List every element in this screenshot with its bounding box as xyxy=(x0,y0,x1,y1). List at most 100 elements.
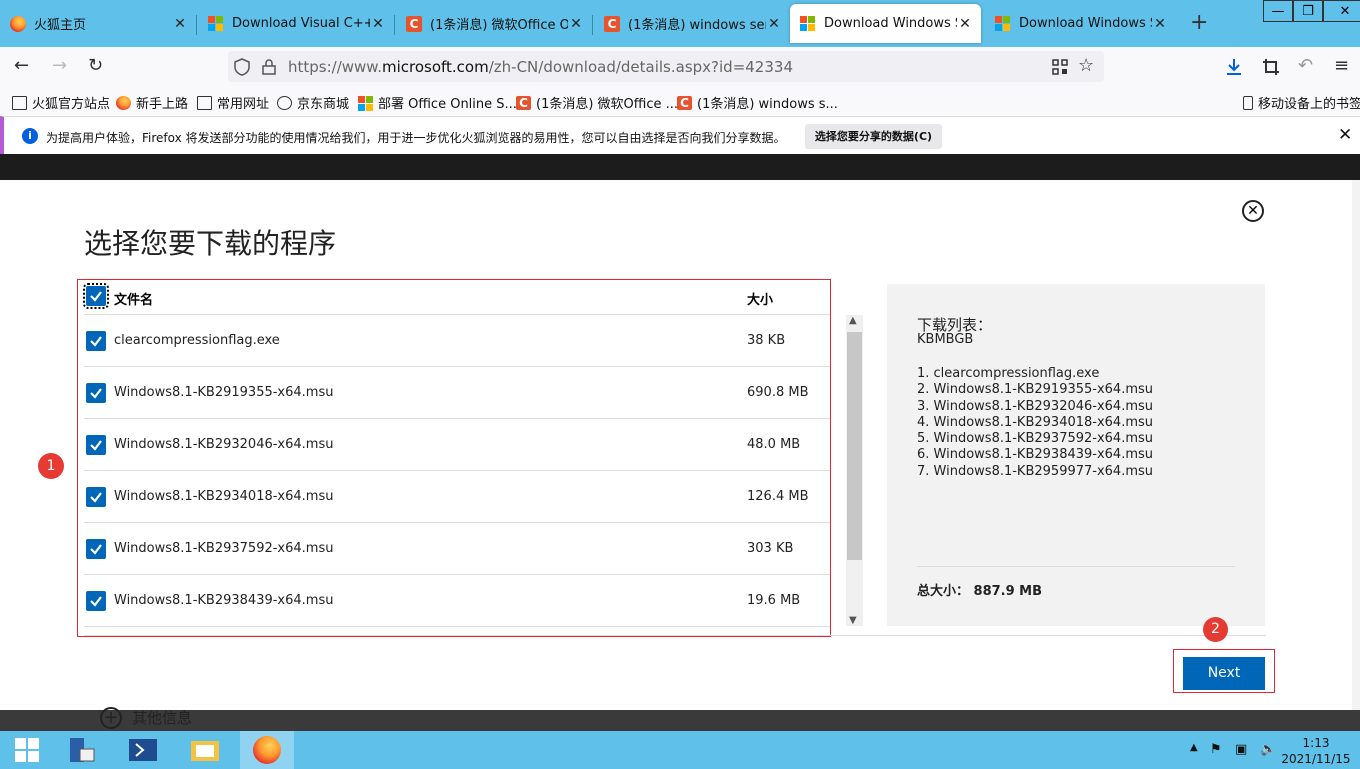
bookmark-star-icon[interactable]: ☆ xyxy=(1078,55,1094,76)
summary-list: 1. clearcompressionflag.exe 2. Windows8.… xyxy=(917,366,1153,480)
close-window-icon[interactable]: ✕ xyxy=(1323,0,1360,22)
qr-code-icon[interactable] xyxy=(1052,58,1068,75)
page-overlay xyxy=(0,154,1360,180)
microsoft-icon xyxy=(800,15,816,32)
download-icon[interactable] xyxy=(1225,58,1243,76)
tab-title: (1条消息) 微软Office Onli xyxy=(430,18,568,33)
lock-icon[interactable] xyxy=(262,58,276,75)
minimize-icon[interactable]: — xyxy=(1263,0,1293,22)
list-item: 4. Windows8.1-KB2934018-x64.msu xyxy=(917,414,1154,430)
list-item: 7. Windows8.1-KB2959977-x64.msu xyxy=(917,463,1154,479)
system-clock[interactable]: 1:13 2021/11/15 xyxy=(1280,735,1352,767)
volume-muted-icon[interactable]: 🔈 xyxy=(1260,742,1276,757)
bookmark-item[interactable]: 部署 Office Online S... xyxy=(358,93,517,112)
tab-csdn-windows[interactable]: C (1条消息) windows serve ✕ xyxy=(594,4,790,43)
back-icon[interactable]: ← xyxy=(14,55,29,76)
download-dialog: ✕ 选择您要下载的程序 文件名 大小 clearcompressionflag.… xyxy=(0,180,1352,710)
folder-icon xyxy=(12,95,27,110)
bookmark-item[interactable]: C (1条消息) windows s... xyxy=(677,93,838,112)
more-info-link[interactable]: + 其他信息 xyxy=(100,707,192,729)
restore-icon[interactable]: ❐ xyxy=(1293,0,1323,22)
total-size: 总大小： 887.9 MB xyxy=(917,584,1043,599)
menu-icon[interactable]: ≡ xyxy=(1334,55,1349,76)
close-tab-icon[interactable]: ✕ xyxy=(172,16,188,32)
close-tab-icon[interactable]: ✕ xyxy=(568,16,584,32)
microsoft-icon xyxy=(358,95,373,111)
taskbar-server-manager[interactable] xyxy=(54,731,108,769)
scroll-up-icon[interactable]: ▲ xyxy=(849,315,857,326)
forward-icon[interactable]: → xyxy=(52,55,67,76)
clock-time: 1:13 xyxy=(1302,736,1330,750)
tab-title: Download Windows Ser xyxy=(824,16,957,31)
globe-icon xyxy=(277,95,292,110)
tab-title: (1条消息) windows serve xyxy=(628,18,766,33)
reload-icon[interactable]: ↻ xyxy=(88,55,103,76)
csdn-icon: C xyxy=(604,15,620,32)
close-tab-icon[interactable]: ✕ xyxy=(766,16,782,32)
windows-start-icon xyxy=(15,738,39,762)
new-tab-icon[interactable]: + xyxy=(1190,10,1208,35)
undo-icon[interactable]: ↶ xyxy=(1298,55,1313,76)
navigation-bar: ← → ↻ https://www.microsoft.com/zh-CN/do… xyxy=(0,47,1360,87)
list-item: 2. Windows8.1-KB2919355-x64.msu xyxy=(917,382,1154,398)
list-item: 5. Windows8.1-KB2937592-x64.msu xyxy=(917,431,1154,447)
file-list-scrollbar[interactable]: ▲ ▼ xyxy=(846,315,863,626)
tab-csdn-office[interactable]: C (1条消息) 微软Office Onli ✕ xyxy=(396,4,592,43)
tab-title: Download Visual C++ Re xyxy=(232,16,370,31)
tab-download-windows-active[interactable]: Download Windows Ser ✕ xyxy=(790,4,981,43)
choose-data-button[interactable]: 选择您要分享的数据(C) xyxy=(805,124,942,149)
annotation-marker-1: 1 xyxy=(38,453,64,479)
download-summary-panel: 下载列表： KBMBGB 1. clearcompressionflag.exe… xyxy=(887,284,1265,626)
close-dialog-icon[interactable]: ✕ xyxy=(1242,200,1264,222)
taskbar-file-explorer[interactable] xyxy=(178,731,232,769)
tab-title: 火狐主页 xyxy=(34,18,87,33)
close-tab-icon[interactable]: ✕ xyxy=(957,16,973,32)
mobile-bookmarks[interactable]: 移动设备上的书签 xyxy=(1243,93,1360,112)
crop-icon[interactable] xyxy=(1262,58,1280,76)
notification-text: 为提高用户体验，Firefox 将发送部分功能的使用情况给我们，用于进一步优化火… xyxy=(46,131,786,145)
csdn-icon: C xyxy=(677,95,692,110)
microsoft-icon xyxy=(208,15,224,32)
tab-download-windows-2[interactable]: Download Windows Ser ✕ xyxy=(985,4,1176,43)
scroll-down-icon[interactable]: ▼ xyxy=(849,615,857,626)
annotation-marker-2: 2 xyxy=(1203,617,1228,642)
start-button[interactable] xyxy=(0,731,54,769)
clock-date: 2021/11/15 xyxy=(1281,752,1351,766)
bookmark-item[interactable]: C (1条消息) 微软Office ... xyxy=(516,93,678,112)
url-bar[interactable]: https://www.microsoft.com/zh-CN/download… xyxy=(228,51,1104,82)
annotation-box-1 xyxy=(77,279,831,637)
server-manager-icon xyxy=(70,738,95,762)
tab-bar: 火狐主页 ✕ Download Visual C++ Re ✕ C (1条消息)… xyxy=(0,0,1360,47)
summary-units: KBMBGB xyxy=(917,332,974,347)
close-tab-icon[interactable]: ✕ xyxy=(370,16,386,32)
flag-icon[interactable]: ⚑ xyxy=(1210,742,1222,757)
firefox-icon xyxy=(10,15,26,32)
tab-title: Download Windows Ser xyxy=(1019,16,1152,31)
tab-visual-cpp[interactable]: Download Visual C++ Re ✕ xyxy=(198,4,394,43)
close-tab-icon[interactable]: ✕ xyxy=(1152,16,1168,32)
csdn-icon: C xyxy=(516,95,531,110)
bookmark-item[interactable]: 京东商城 xyxy=(277,93,349,112)
plus-circle-icon: + xyxy=(100,707,122,729)
info-icon: i xyxy=(22,128,38,144)
powershell-icon xyxy=(129,739,157,761)
list-item: 3. Windows8.1-KB2932046-x64.msu xyxy=(917,398,1154,414)
bookmarks-bar: 火狐官方站点 新手上路 常用网址 京东商城 部署 Office Online S… xyxy=(0,87,1360,116)
mobile-icon xyxy=(1243,95,1253,110)
taskbar-powershell[interactable] xyxy=(116,731,170,769)
tab-firefox-home[interactable]: 火狐主页 ✕ xyxy=(0,4,196,43)
page-scrollbar[interactable] xyxy=(1352,180,1360,710)
bookmark-item[interactable]: 新手上路 xyxy=(116,93,188,112)
tray-expand-icon[interactable]: ▲ xyxy=(1190,742,1198,753)
window-controls: — ❐ ✕ xyxy=(1263,0,1360,22)
bookmark-item[interactable]: 常用网址 xyxy=(197,93,269,112)
url-text: https://www.microsoft.com/zh-CN/download… xyxy=(288,57,793,76)
bookmark-item[interactable]: 火狐官方站点 xyxy=(12,93,110,112)
file-explorer-icon xyxy=(191,741,219,761)
shield-icon[interactable] xyxy=(234,57,250,76)
close-notification-icon[interactable]: ✕ xyxy=(1338,125,1352,145)
taskbar-firefox[interactable] xyxy=(240,731,294,769)
dialog-title: 选择您要下载的程序 xyxy=(84,227,337,260)
scrollbar-thumb[interactable] xyxy=(847,332,862,560)
network-icon[interactable]: ▣ xyxy=(1235,742,1247,757)
